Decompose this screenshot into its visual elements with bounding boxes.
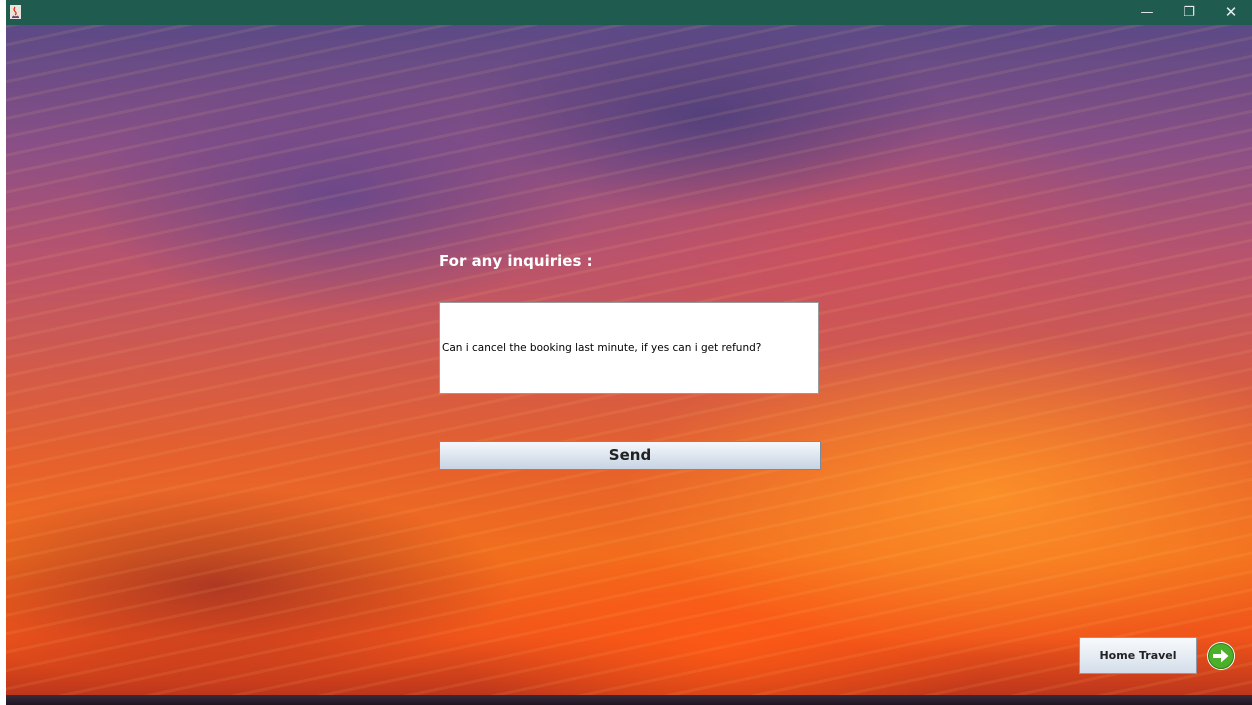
app-window: — ❐ ✕ For any inquiries : Can i cancel t… xyxy=(6,0,1252,705)
inquiry-message-text: Can i cancel the booking last minute, if… xyxy=(442,342,762,354)
java-app-icon xyxy=(10,5,21,19)
minimize-button[interactable]: — xyxy=(1126,0,1168,25)
inquiry-label: For any inquiries : xyxy=(439,252,593,270)
green-arrow-icon[interactable] xyxy=(1205,640,1237,672)
inquiry-text-area[interactable]: Can i cancel the booking last minute, if… xyxy=(439,302,819,394)
sunset-background: For any inquiries : Can i cancel the boo… xyxy=(6,25,1252,705)
close-button[interactable]: ✕ xyxy=(1210,0,1252,25)
title-bar[interactable]: — ❐ ✕ xyxy=(6,0,1252,25)
horizon-silhouette xyxy=(6,695,1252,705)
send-button[interactable]: Send xyxy=(439,441,821,470)
restore-button[interactable]: ❐ xyxy=(1168,0,1210,25)
home-travel-button[interactable]: Home Travel xyxy=(1079,637,1197,674)
